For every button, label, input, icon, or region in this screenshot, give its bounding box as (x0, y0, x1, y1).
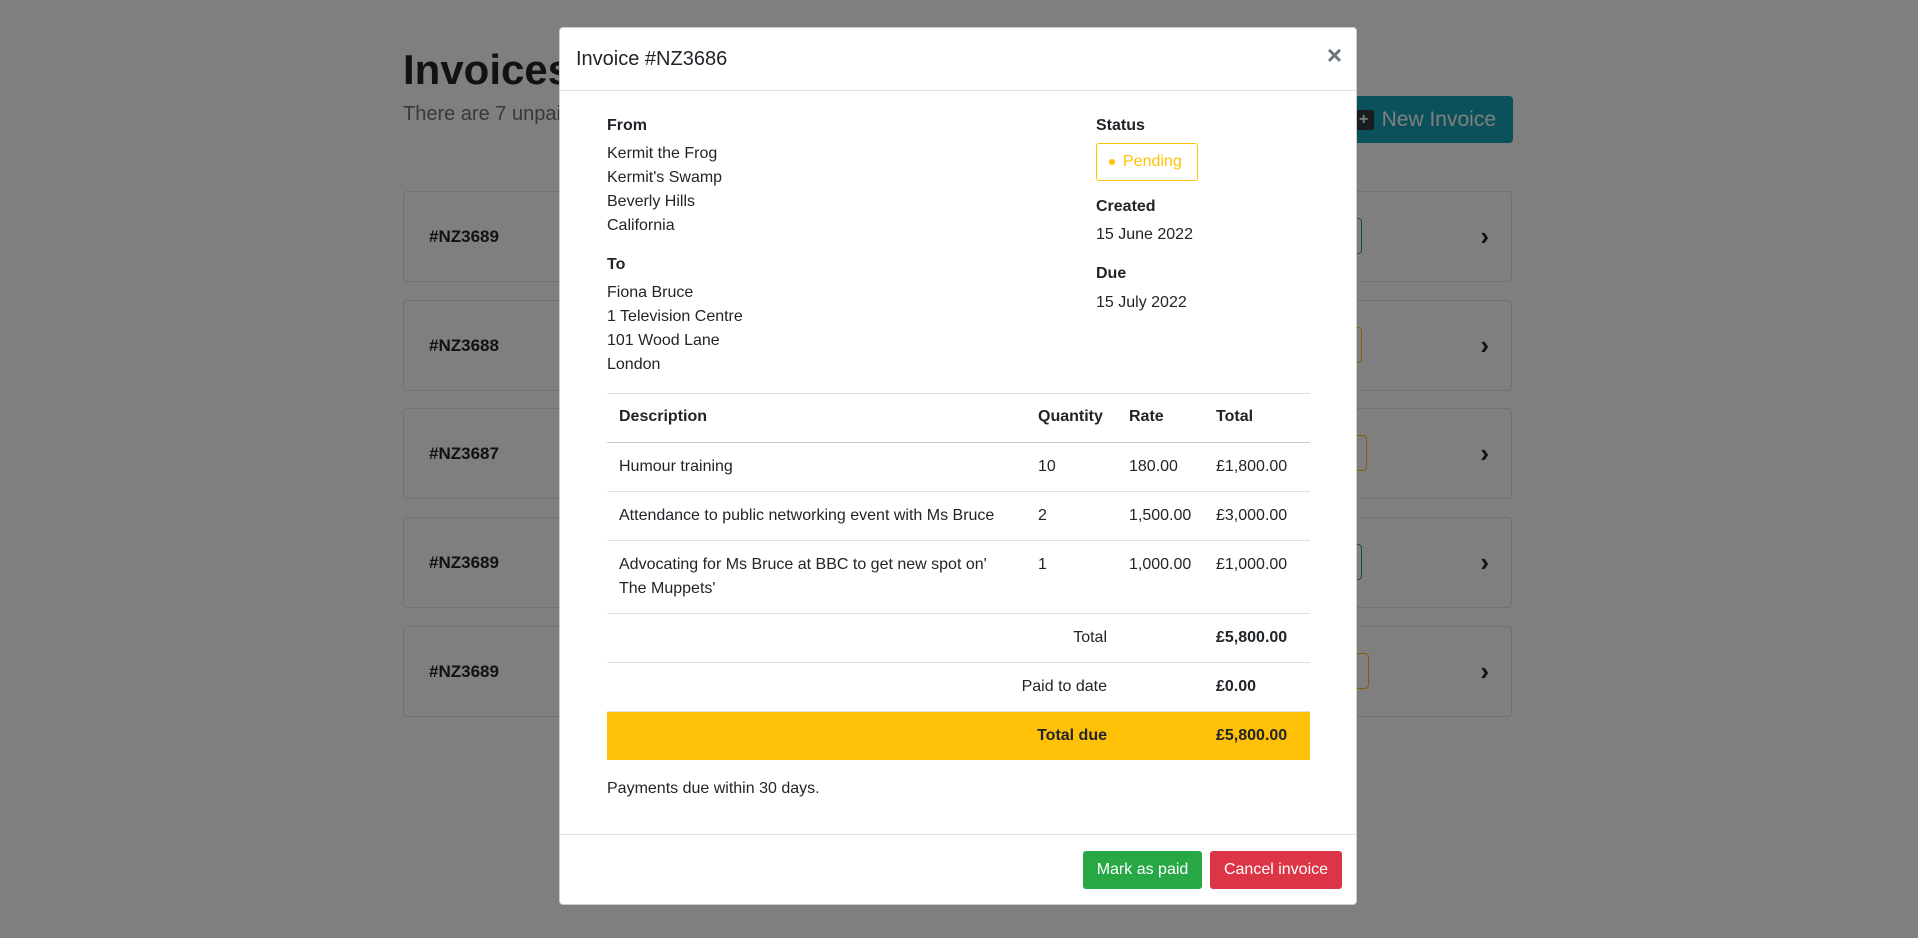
created-label: Created (1096, 198, 1156, 215)
table-row: Humour training 10 180.00 £1,800.00 (607, 443, 1310, 492)
summary-total-row: Total £5,800.00 (607, 614, 1310, 663)
column-header: Description (619, 408, 708, 425)
invoice-modal: Invoice #NZ3686 × From Kermit the Frog K… (559, 27, 1357, 905)
due-label: Due (1096, 265, 1127, 282)
paid-label: Paid to date (1021, 678, 1107, 695)
total-label: Total (1073, 629, 1107, 646)
payment-terms-note: Payments due within 30 days. (607, 780, 820, 797)
to-line: London (607, 356, 661, 373)
mark-as-paid-button[interactable]: Mark as paid (1083, 851, 1202, 889)
table-row: Advocating for Ms Bruce at BBC to get ne… (607, 541, 1310, 614)
cancel-invoice-button[interactable]: Cancel invoice (1210, 851, 1342, 889)
item-rate: 1,000.00 (1129, 556, 1192, 573)
from-line: California (607, 217, 675, 234)
item-rate: 180.00 (1129, 458, 1178, 475)
column-header: Quantity (1038, 408, 1103, 425)
status-badge: Pending (1096, 143, 1198, 181)
item-description: Humour training (619, 458, 733, 475)
modal-title: Invoice #NZ3686 (576, 48, 728, 70)
from-label: From (607, 117, 647, 134)
total-due-label: Total due (1037, 727, 1107, 744)
item-description: Advocating for Ms Bruce at BBC to get ne… (619, 556, 987, 597)
to-label: To (607, 256, 626, 273)
status-value: Pending (1123, 153, 1182, 170)
item-quantity: 2 (1038, 507, 1047, 524)
from-line: Beverly Hills (607, 193, 696, 210)
table-row: Attendance to public networking event wi… (607, 492, 1310, 541)
summary-due-row: Total due £5,800.00 (607, 712, 1310, 760)
close-icon[interactable]: × (1327, 42, 1342, 68)
created-value: 15 June 2022 (1096, 226, 1193, 243)
total-value: £5,800.00 (1216, 629, 1288, 646)
modal-footer: Mark as paid Cancel invoice (560, 834, 1356, 904)
status-label: Status (1096, 117, 1145, 134)
item-quantity: 1 (1038, 556, 1047, 573)
due-value: 15 July 2022 (1096, 294, 1187, 311)
to-line: 101 Wood Lane (607, 332, 720, 349)
item-total: £1,800.00 (1216, 458, 1288, 475)
item-total: £3,000.00 (1216, 507, 1288, 524)
item-total: £1,000.00 (1216, 556, 1288, 573)
status-dot-icon (1109, 159, 1115, 165)
item-quantity: 10 (1038, 458, 1056, 475)
column-header: Total (1216, 408, 1254, 425)
to-line: 1 Television Centre (607, 308, 743, 325)
total-due-value: £5,800.00 (1216, 727, 1288, 744)
paid-value: £0.00 (1216, 678, 1257, 695)
column-header: Rate (1129, 408, 1164, 425)
from-line: Kermit's Swamp (607, 169, 723, 186)
item-rate: 1,500.00 (1129, 507, 1192, 524)
from-line: Kermit the Frog (607, 145, 718, 162)
to-line: Fiona Bruce (607, 284, 694, 301)
modal-header: Invoice #NZ3686 × (560, 28, 1356, 91)
item-description: Attendance to public networking event wi… (619, 507, 995, 524)
summary-paid-row: Paid to date £0.00 (607, 663, 1310, 712)
table-header-row: Description Quantity Rate Total (607, 394, 1310, 443)
